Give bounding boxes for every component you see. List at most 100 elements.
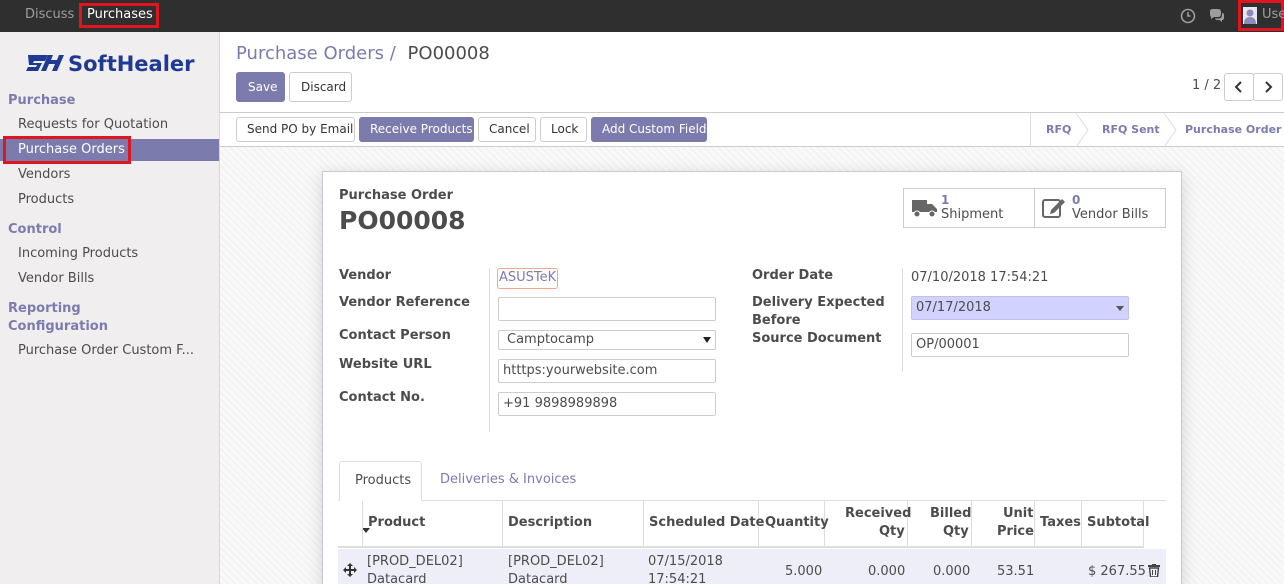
col-product[interactable]: Product	[368, 515, 425, 530]
user-menu[interactable]: Use	[1262, 0, 1284, 30]
section-purchase: Purchase	[8, 93, 76, 108]
vendor-reference-label: Vendor Reference	[339, 295, 470, 310]
trash-icon[interactable]	[1148, 564, 1160, 577]
contact-person-select[interactable]: Camptocamp	[498, 330, 716, 350]
sidebar-item-rfq[interactable]: Requests for Quotation	[18, 117, 168, 132]
order-date-label: Order Date	[752, 268, 834, 283]
breadcrumb: Purchase Orders / PO00008	[236, 43, 490, 64]
contact-no-input[interactable]: +91 9898989898	[498, 392, 716, 416]
col-sep	[1034, 501, 1035, 548]
source-document-input[interactable]: OP/00001	[911, 333, 1129, 357]
chevron-left-icon	[1234, 81, 1242, 93]
vendor-link[interactable]: ASUSTeK	[497, 268, 559, 289]
col-sep	[1081, 501, 1082, 548]
shipment-count: 1	[941, 193, 950, 207]
stage-arrow-icon	[1076, 113, 1089, 147]
col-unit-price-2: Price	[997, 524, 1034, 539]
row-scheduled-time: 17:54:21	[648, 572, 707, 584]
contact-person-value: Camptocamp	[507, 332, 595, 347]
sidebar-item-custom-fields[interactable]: Purchase Order Custom F...	[18, 343, 194, 358]
logo-text: SoftHealer	[68, 52, 195, 76]
lock-button[interactable]: Lock	[540, 117, 587, 142]
delivery-expected-label-2: Before	[752, 313, 801, 328]
col-description[interactable]: Description	[508, 515, 592, 530]
sidebar-item-vendor-bills[interactable]: Vendor Bills	[18, 271, 94, 286]
vendor-reference-input[interactable]	[498, 297, 716, 321]
truck-icon	[912, 200, 937, 218]
drag-handle-icon[interactable]	[343, 563, 357, 577]
section-configuration: Configuration	[8, 319, 108, 334]
section-control: Control	[8, 222, 62, 237]
tab-products-label: Products	[355, 473, 412, 488]
row-product: [PROD_DEL02]	[367, 554, 463, 569]
row-product-2: Datacard	[367, 572, 427, 584]
stage-arrow-icon	[1164, 113, 1177, 147]
highlight-box-purchase-orders	[3, 136, 131, 164]
source-document-label: Source Document	[752, 331, 882, 346]
discard-button[interactable]: Discard	[289, 72, 352, 102]
tab-products[interactable]: Products	[339, 461, 422, 501]
col-received-qty[interactable]: Received	[845, 506, 911, 521]
softhealer-logo: SoftHealer	[26, 52, 195, 76]
sidebar-item-products[interactable]: Products	[18, 192, 74, 207]
col-unit-price[interactable]: Unit	[1003, 506, 1033, 521]
row-subtotal: $ 267.55	[1088, 564, 1146, 579]
stage-rfq-sent[interactable]: RFQ Sent	[1102, 113, 1160, 147]
col-sep	[502, 501, 503, 548]
receive-products-button[interactable]: Receive Products	[359, 117, 474, 142]
highlight-box-purchases	[79, 3, 159, 28]
order-date-value: 07/10/2018 17:54:21	[911, 270, 1049, 285]
row-quantity: 5.000	[785, 564, 823, 579]
vendor-bills-count: 0	[1072, 193, 1081, 207]
col-scheduled-date[interactable]: Scheduled Date	[649, 515, 764, 530]
sidebar-item-incoming-products[interactable]: Incoming Products	[18, 246, 138, 261]
col-quantity[interactable]: Quantity	[765, 515, 829, 530]
row-billed-qty: 0.000	[933, 564, 971, 579]
row-scheduled-date: 07/15/2018	[648, 554, 723, 569]
col-billed-qty-2: Qty	[943, 524, 969, 539]
section-reporting[interactable]: Reporting	[8, 301, 81, 316]
user-avatar-icon[interactable]	[1243, 7, 1257, 24]
breadcrumb-parent[interactable]: Purchase Orders	[236, 43, 384, 64]
delivery-expected-label: Delivery Expected	[752, 295, 885, 310]
shipment-smart-button[interactable]: 1 Shipment	[903, 188, 1035, 228]
col-subtotal[interactable]: Subtotal	[1087, 515, 1150, 530]
chat-icon[interactable]	[1208, 7, 1226, 25]
sidebar: SoftHealer Purchase Requests for Quotati…	[0, 32, 220, 584]
pager-value[interactable]: 1 / 2	[1192, 78, 1221, 93]
delivery-expected-date-value: 07/17/2018	[916, 300, 991, 315]
breadcrumb-current: PO00008	[407, 43, 490, 64]
app-discuss[interactable]: Discuss	[25, 0, 74, 30]
doc-name: PO00008	[339, 206, 466, 235]
stage-divider	[1030, 113, 1031, 147]
col-billed-qty[interactable]: Billed	[930, 506, 971, 521]
send-po-email-button[interactable]: Send PO by Email	[236, 117, 355, 142]
contact-person-label: Contact Person	[339, 328, 451, 343]
activity-clock-icon[interactable]	[1179, 7, 1197, 25]
caret-down-icon	[1116, 306, 1124, 311]
breadcrumb-separator: /	[389, 43, 396, 64]
stage-rfq[interactable]: RFQ	[1046, 113, 1071, 147]
group-divider-right	[902, 268, 903, 372]
row-unit-price: 53.51	[997, 564, 1035, 579]
dropdown-caret-icon	[703, 337, 711, 343]
cancel-button[interactable]: Cancel	[478, 117, 536, 142]
add-custom-field-button[interactable]: Add Custom Field	[591, 117, 707, 142]
row-description-2: Datacard	[508, 572, 568, 584]
pager-next-button[interactable]	[1253, 73, 1283, 101]
col-taxes[interactable]: Taxes	[1040, 515, 1081, 530]
pager-previous-button[interactable]	[1224, 73, 1254, 101]
contact-no-label: Contact No.	[339, 390, 425, 405]
sidebar-item-vendors[interactable]: Vendors	[18, 167, 70, 182]
col-sep	[362, 501, 363, 548]
delivery-expected-date-input[interactable]: 07/17/2018	[911, 296, 1129, 320]
tab-deliveries-invoices[interactable]: Deliveries & Invoices	[440, 472, 576, 487]
group-divider-left	[489, 268, 490, 432]
vendor-label: Vendor	[339, 268, 392, 283]
control-panel: Purchase Orders / PO00008 Save Discard 1…	[220, 32, 1284, 113]
top-navbar: Discuss Purchases Use	[0, 0, 1284, 32]
vendor-bills-smart-button[interactable]: 0 Vendor Bills	[1034, 188, 1166, 228]
vendor-bills-label: Vendor Bills	[1072, 207, 1149, 222]
save-button[interactable]: Save	[236, 72, 285, 102]
website-url-input[interactable]: htttps:yourwebsite.com	[498, 359, 716, 383]
